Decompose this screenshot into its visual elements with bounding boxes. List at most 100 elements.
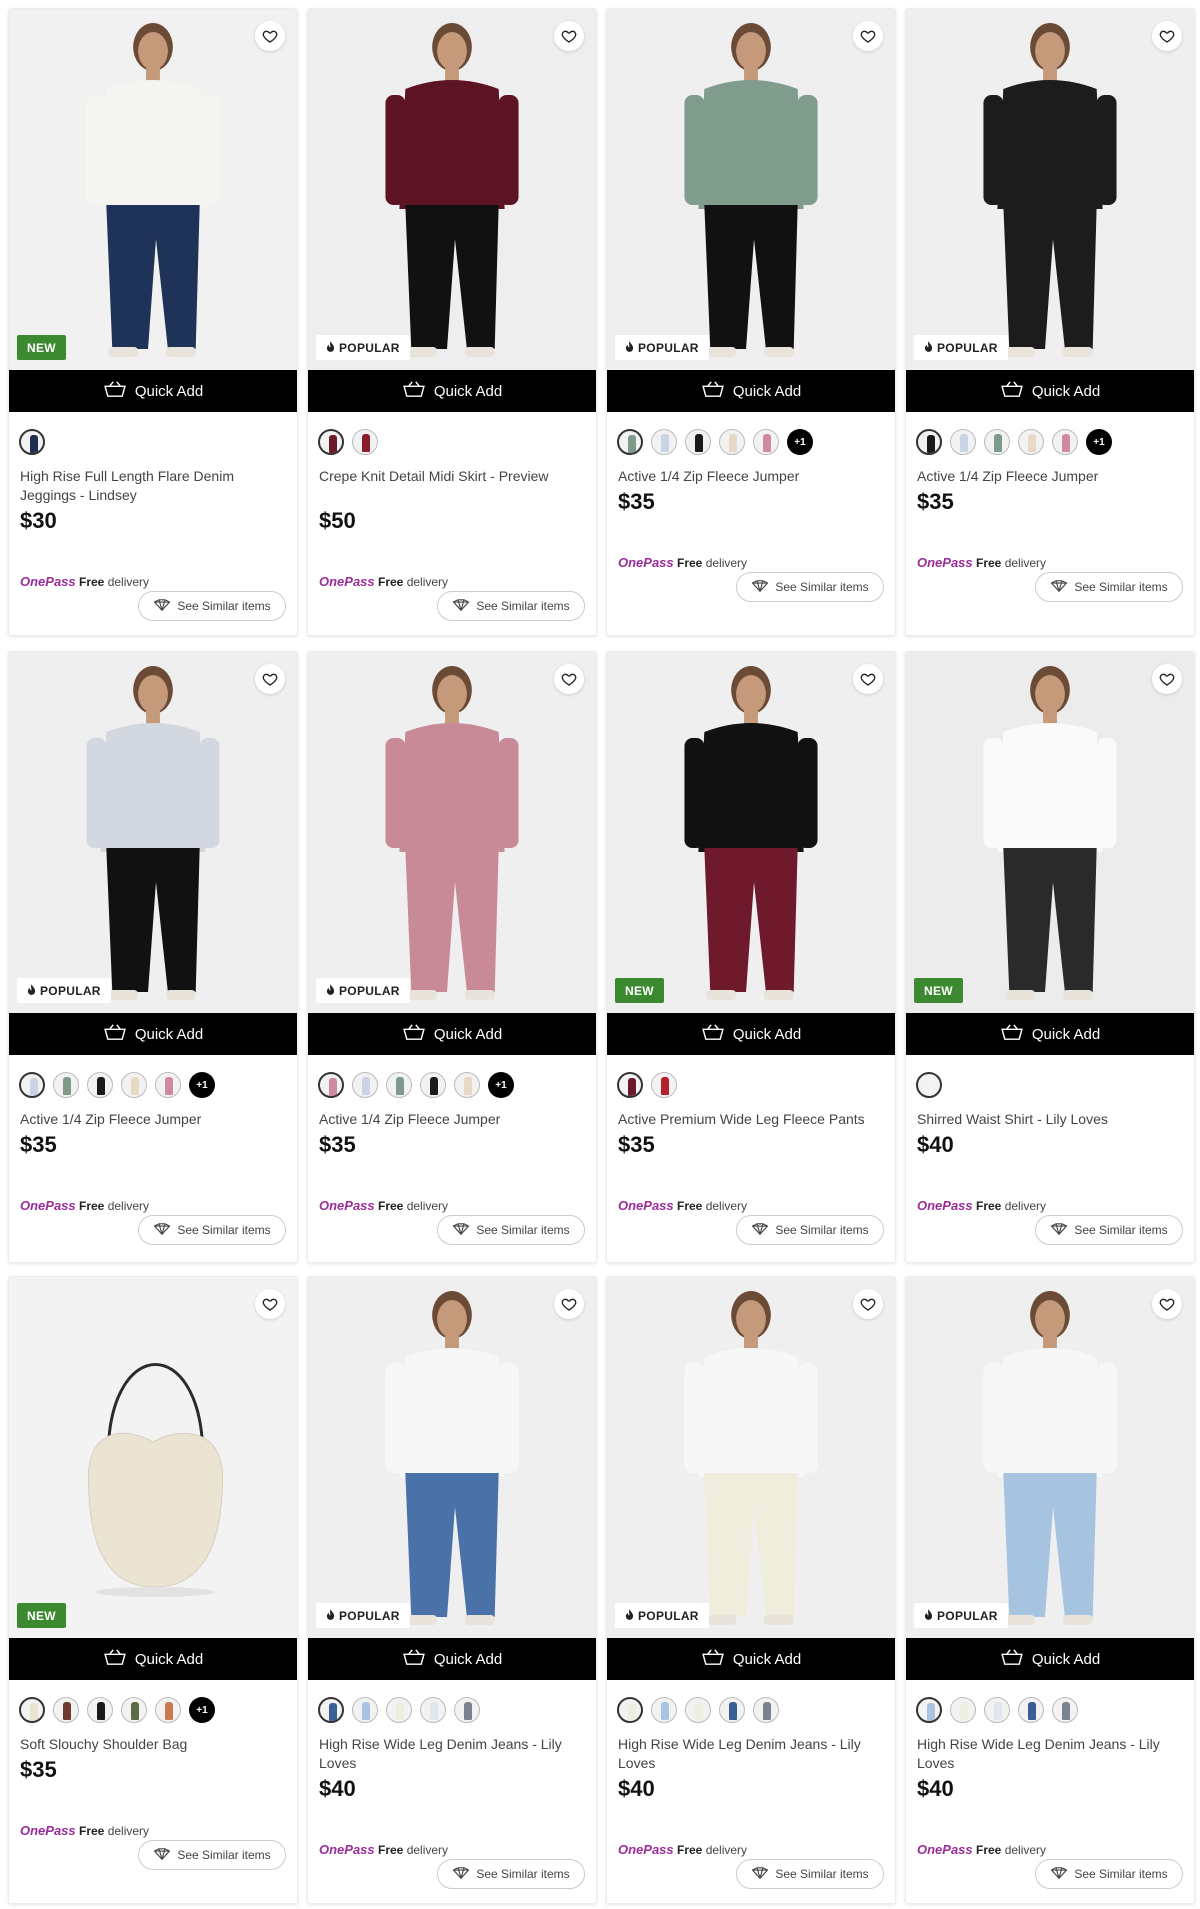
product-card[interactable]: POPULAR Quick Add High Rise Wide Leg Denim… bbox=[905, 1276, 1195, 1904]
product-image[interactable] bbox=[906, 9, 1194, 370]
color-swatch[interactable] bbox=[617, 429, 643, 455]
quick-add-button[interactable]: Quick Add bbox=[906, 1013, 1194, 1055]
color-swatch[interactable] bbox=[916, 429, 942, 455]
see-similar-button[interactable]: See Similar items bbox=[437, 591, 585, 621]
color-swatch[interactable] bbox=[753, 429, 779, 455]
product-card[interactable]: NEW Quick Add High Rise Full Length Flare … bbox=[8, 8, 298, 636]
product-name[interactable]: High Rise Wide Leg Denim Jeans - Lily Lo… bbox=[917, 1735, 1183, 1773]
product-image[interactable] bbox=[308, 652, 596, 1013]
product-card[interactable]: NEW Quick Add Shirred Waist Shirt - Lily L… bbox=[905, 651, 1195, 1263]
color-swatch[interactable] bbox=[454, 1072, 480, 1098]
quick-add-button[interactable]: Quick Add bbox=[9, 1013, 297, 1055]
product-name[interactable]: Crepe Knit Detail Midi Skirt - Preview bbox=[319, 467, 585, 486]
product-image[interactable] bbox=[9, 652, 297, 1013]
product-card[interactable]: POPULAR Quick Add +1 Active 1/4 Zip Fleece … bbox=[606, 8, 896, 636]
color-swatch[interactable] bbox=[318, 429, 344, 455]
product-name[interactable]: Active 1/4 Zip Fleece Jumper bbox=[618, 467, 884, 486]
color-swatch[interactable] bbox=[386, 1072, 412, 1098]
product-image[interactable] bbox=[607, 652, 895, 1013]
see-similar-button[interactable]: See Similar items bbox=[437, 1215, 585, 1245]
color-swatch[interactable] bbox=[1018, 1697, 1044, 1723]
color-swatch[interactable] bbox=[1018, 429, 1044, 455]
quick-add-button[interactable]: Quick Add bbox=[906, 370, 1194, 412]
product-name[interactable]: Active Premium Wide Leg Fleece Pants bbox=[618, 1110, 884, 1129]
quick-add-button[interactable]: Quick Add bbox=[906, 1638, 1194, 1680]
color-swatch[interactable] bbox=[19, 1697, 45, 1723]
product-card[interactable]: NEW Quick Add Active Premium Wide Leg Flee… bbox=[606, 651, 896, 1263]
see-similar-button[interactable]: See Similar items bbox=[138, 1215, 286, 1245]
color-swatch[interactable] bbox=[617, 1072, 643, 1098]
wishlist-heart-icon[interactable] bbox=[554, 21, 584, 51]
wishlist-heart-icon[interactable] bbox=[1152, 1289, 1182, 1319]
product-name[interactable]: High Rise Wide Leg Denim Jeans - Lily Lo… bbox=[618, 1735, 884, 1773]
color-swatch[interactable] bbox=[916, 1072, 942, 1098]
product-image[interactable] bbox=[607, 1277, 895, 1638]
quick-add-button[interactable]: Quick Add bbox=[607, 1638, 895, 1680]
more-colors-button[interactable]: +1 bbox=[189, 1697, 215, 1723]
product-name[interactable]: Soft Slouchy Shoulder Bag bbox=[20, 1735, 286, 1754]
product-name[interactable]: Active 1/4 Zip Fleece Jumper bbox=[20, 1110, 286, 1129]
product-name[interactable]: Active 1/4 Zip Fleece Jumper bbox=[917, 467, 1183, 486]
more-colors-button[interactable]: +1 bbox=[787, 429, 813, 455]
color-swatch[interactable] bbox=[19, 429, 45, 455]
color-swatch[interactable] bbox=[719, 429, 745, 455]
color-swatch[interactable] bbox=[950, 429, 976, 455]
see-similar-button[interactable]: See Similar items bbox=[1035, 572, 1183, 602]
more-colors-button[interactable]: +1 bbox=[488, 1072, 514, 1098]
color-swatch[interactable] bbox=[352, 1072, 378, 1098]
see-similar-button[interactable]: See Similar items bbox=[736, 1215, 884, 1245]
wishlist-heart-icon[interactable] bbox=[255, 21, 285, 51]
wishlist-heart-icon[interactable] bbox=[1152, 21, 1182, 51]
see-similar-button[interactable]: See Similar items bbox=[1035, 1215, 1183, 1245]
color-swatch[interactable] bbox=[950, 1697, 976, 1723]
quick-add-button[interactable]: Quick Add bbox=[607, 370, 895, 412]
product-image[interactable] bbox=[906, 652, 1194, 1013]
product-name[interactable]: Active 1/4 Zip Fleece Jumper bbox=[319, 1110, 585, 1129]
wishlist-heart-icon[interactable] bbox=[554, 1289, 584, 1319]
product-image[interactable] bbox=[9, 9, 297, 370]
quick-add-button[interactable]: Quick Add bbox=[607, 1013, 895, 1055]
wishlist-heart-icon[interactable] bbox=[853, 664, 883, 694]
see-similar-button[interactable]: See Similar items bbox=[138, 591, 286, 621]
wishlist-heart-icon[interactable] bbox=[255, 664, 285, 694]
color-swatch[interactable] bbox=[121, 1072, 147, 1098]
color-swatch[interactable] bbox=[1052, 1697, 1078, 1723]
product-image[interactable] bbox=[906, 1277, 1194, 1638]
more-colors-button[interactable]: +1 bbox=[1086, 429, 1112, 455]
color-swatch[interactable] bbox=[87, 1697, 113, 1723]
quick-add-button[interactable]: Quick Add bbox=[9, 1638, 297, 1680]
product-image[interactable] bbox=[607, 9, 895, 370]
color-swatch[interactable] bbox=[617, 1697, 643, 1723]
color-swatch[interactable] bbox=[651, 1697, 677, 1723]
color-swatch[interactable] bbox=[53, 1072, 79, 1098]
color-swatch[interactable] bbox=[318, 1697, 344, 1723]
product-name[interactable]: Shirred Waist Shirt - Lily Loves bbox=[917, 1110, 1183, 1129]
more-colors-button[interactable]: +1 bbox=[189, 1072, 215, 1098]
product-card[interactable]: POPULAR Quick Add Crepe Knit Detail Midi S… bbox=[307, 8, 597, 636]
color-swatch[interactable] bbox=[155, 1072, 181, 1098]
product-image[interactable] bbox=[308, 1277, 596, 1638]
color-swatch[interactable] bbox=[19, 1072, 45, 1098]
color-swatch[interactable] bbox=[121, 1697, 147, 1723]
wishlist-heart-icon[interactable] bbox=[554, 664, 584, 694]
color-swatch[interactable] bbox=[420, 1072, 446, 1098]
wishlist-heart-icon[interactable] bbox=[853, 21, 883, 51]
wishlist-heart-icon[interactable] bbox=[1152, 664, 1182, 694]
color-swatch[interactable] bbox=[318, 1072, 344, 1098]
color-swatch[interactable] bbox=[984, 1697, 1010, 1723]
color-swatch[interactable] bbox=[719, 1697, 745, 1723]
quick-add-button[interactable]: Quick Add bbox=[308, 1013, 596, 1055]
product-name[interactable]: High Rise Wide Leg Denim Jeans - Lily Lo… bbox=[319, 1735, 585, 1773]
color-swatch[interactable] bbox=[916, 1697, 942, 1723]
product-card[interactable]: POPULAR Quick Add +1 Active 1/4 Zip Fleece … bbox=[905, 8, 1195, 636]
product-name[interactable]: High Rise Full Length Flare Denim Jeggin… bbox=[20, 467, 286, 505]
product-card[interactable]: POPULAR Quick Add High Rise Wide Leg Denim… bbox=[307, 1276, 597, 1904]
color-swatch[interactable] bbox=[352, 429, 378, 455]
color-swatch[interactable] bbox=[1052, 429, 1078, 455]
see-similar-button[interactable]: See Similar items bbox=[138, 1840, 286, 1870]
color-swatch[interactable] bbox=[87, 1072, 113, 1098]
see-similar-button[interactable]: See Similar items bbox=[1035, 1859, 1183, 1889]
color-swatch[interactable] bbox=[352, 1697, 378, 1723]
product-card[interactable]: POPULAR Quick Add +1 Active 1/4 Zip Fleece … bbox=[8, 651, 298, 1263]
color-swatch[interactable] bbox=[454, 1697, 480, 1723]
